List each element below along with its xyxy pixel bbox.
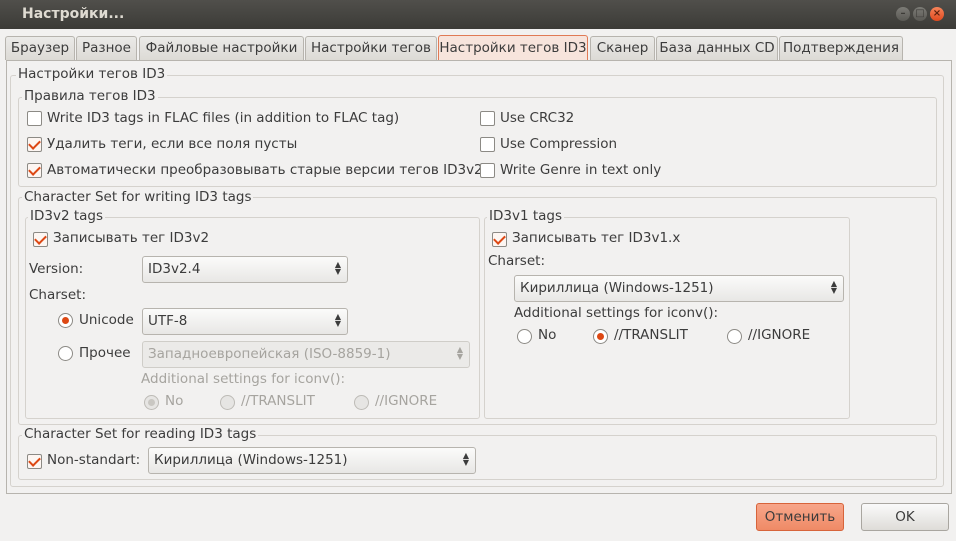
iconv-translit-radio-v2 (220, 395, 235, 410)
iconv-ignore-label-v1[interactable]: //IGNORE (748, 327, 810, 343)
use-crc32-label[interactable]: Use CRC32 (500, 110, 574, 126)
cancel-button[interactable]: Отменить (756, 503, 844, 531)
genre-text-label[interactable]: Write Genre in text only (500, 162, 661, 178)
id3v1-charset-value: Кириллица (Windows-1251) (520, 280, 714, 296)
tab-scanner[interactable]: Сканер (590, 36, 655, 60)
unicode-combo[interactable]: UTF-8 ▲ ▼ (142, 308, 348, 335)
iconv-no-radio-v1[interactable] (517, 329, 532, 344)
unicode-value: UTF-8 (148, 313, 188, 329)
rules-title: Правила тегов ID3 (22, 88, 158, 104)
tab-misc[interactable]: Разное (76, 36, 137, 60)
updown-icon: ▲ ▼ (830, 279, 837, 295)
version-value: ID3v2.4 (148, 261, 201, 277)
genre-text-checkbox[interactable] (480, 163, 495, 178)
write-id3v1-checkbox[interactable] (492, 232, 507, 247)
title-bar[interactable]: Настройки... – □ × (0, 0, 956, 29)
auto-convert-checkbox[interactable] (27, 163, 42, 178)
other-label[interactable]: Прочее (79, 345, 131, 361)
nonstandard-label[interactable]: Non-standart: (47, 452, 140, 468)
other-radio[interactable] (58, 346, 73, 361)
version-label: Version: (29, 261, 84, 277)
tab-file-settings[interactable]: Файловые настройки (139, 36, 304, 60)
tab-id3-settings[interactable]: Настройки тегов ID3 (438, 35, 588, 61)
iconv-no-radio-v2 (144, 395, 159, 410)
reading-charset-title: Character Set for reading ID3 tags (22, 426, 259, 442)
write-flac-label[interactable]: Write ID3 tags in FLAC files (in additio… (47, 110, 399, 126)
tab-browser[interactable]: Браузер (5, 36, 75, 60)
version-combo[interactable]: ID3v2.4 ▲ ▼ (142, 256, 348, 283)
reading-charset-value: Кириллица (Windows-1251) (154, 452, 348, 468)
iconv-label-v1: Additional settings for iconv(): (514, 305, 719, 321)
close-icon[interactable]: × (930, 7, 944, 21)
maximize-icon[interactable]: □ (913, 7, 927, 21)
unicode-label[interactable]: Unicode (79, 312, 134, 328)
other-charset-value: Западноевропейская (ISO-8859-1) (148, 346, 391, 362)
use-compression-label[interactable]: Use Compression (500, 136, 617, 152)
iconv-translit-label-v2: //TRANSLIT (241, 393, 315, 409)
reading-charset-combo[interactable]: Кириллица (Windows-1251) ▲ ▼ (148, 447, 476, 474)
use-compression-checkbox[interactable] (480, 137, 495, 152)
ok-button[interactable]: OK (861, 503, 949, 531)
updown-icon: ▲ ▼ (334, 260, 341, 276)
id3v1-title: ID3v1 tags (487, 208, 565, 224)
iconv-ignore-radio-v2 (354, 395, 369, 410)
tab-tag-settings[interactable]: Настройки тегов (305, 36, 437, 60)
updown-icon: ▲ ▼ (334, 312, 341, 328)
iconv-translit-label-v1[interactable]: //TRANSLIT (614, 327, 688, 343)
iconv-ignore-label-v2: //IGNORE (375, 393, 438, 409)
charset-label: Charset: (29, 287, 86, 303)
id3v1-charset-label: Charset: (488, 253, 545, 269)
iconv-ignore-radio-v1[interactable] (727, 329, 742, 344)
nonstandard-checkbox[interactable] (27, 454, 42, 469)
id3v1-charset-combo[interactable]: Кириллица (Windows-1251) ▲ ▼ (514, 275, 844, 302)
write-id3v2-checkbox[interactable] (33, 232, 48, 247)
auto-convert-label[interactable]: Автоматически преобразовывать старые вер… (47, 162, 483, 178)
writing-charset-title: Character Set for writing ID3 tags (22, 189, 254, 205)
unicode-radio[interactable] (58, 313, 73, 328)
updown-icon: ▲ ▼ (462, 451, 469, 467)
write-id3v1-label[interactable]: Записывать тег ID3v1.x (512, 230, 680, 246)
use-crc32-checkbox[interactable] (480, 111, 495, 126)
tab-cddb[interactable]: База данных CD (656, 36, 778, 60)
iconv-no-label-v1[interactable]: No (538, 327, 556, 343)
updown-icon: ▲ ▼ (456, 345, 463, 361)
remove-empty-label[interactable]: Удалить теги, если все поля пусты (47, 136, 297, 152)
write-id3v2-label[interactable]: Записывать тег ID3v2 (53, 230, 209, 246)
iconv-translit-radio-v1[interactable] (593, 329, 608, 344)
remove-empty-checkbox[interactable] (27, 137, 42, 152)
id3-settings-title: Настройки тегов ID3 (16, 66, 168, 82)
tab-confirmations[interactable]: Подтверждения (779, 36, 903, 60)
minimize-icon[interactable]: – (896, 7, 910, 21)
iconv-label-v2: Additional settings for iconv(): (141, 371, 346, 387)
id3v2-title: ID3v2 tags (28, 208, 106, 224)
write-flac-checkbox[interactable] (27, 111, 42, 126)
other-charset-combo: Западноевропейская (ISO-8859-1) ▲ ▼ (142, 341, 470, 368)
iconv-no-label-v2: No (165, 393, 184, 409)
window-title: Настройки... (22, 6, 125, 22)
settings-window: Настройки... – □ × Браузер Разное Файлов… (0, 0, 956, 541)
